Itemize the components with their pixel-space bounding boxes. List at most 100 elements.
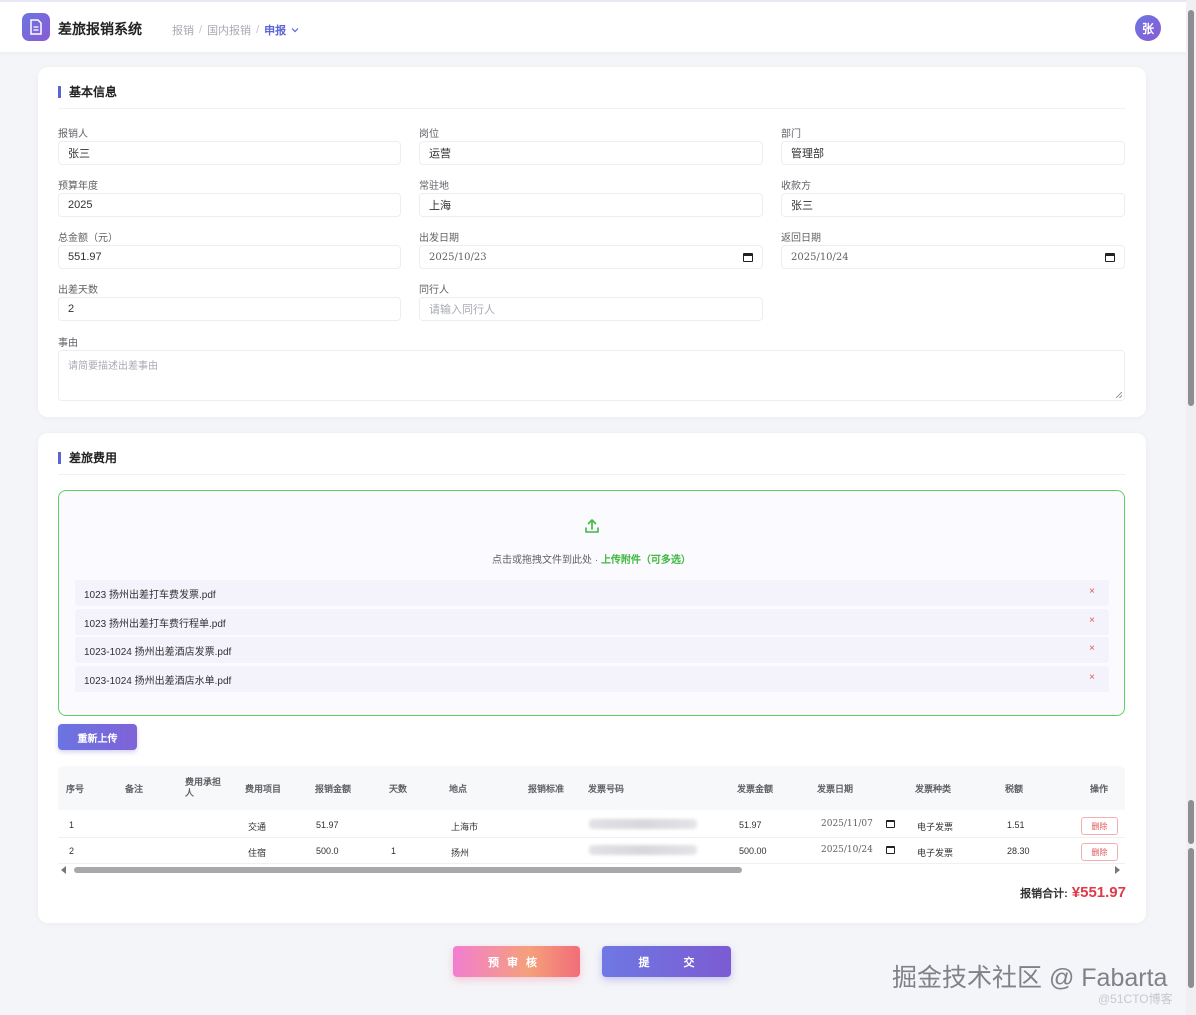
- cell-invoice-type[interactable]: 电子发票: [917, 820, 953, 833]
- cell-days[interactable]: 1: [391, 846, 396, 856]
- remove-file-icon[interactable]: ×: [1089, 615, 1095, 626]
- table-row: 1 交通 51.97 上海市 51.97 2025/11/07 电子发票 1.5…: [58, 812, 1125, 838]
- base-location-label: 常驻地: [419, 181, 449, 192]
- cell-invoice-amount[interactable]: 500.00: [739, 846, 767, 856]
- page-scrollbar[interactable]: [1186, 0, 1196, 1015]
- cell-invoice-type[interactable]: 电子发票: [917, 846, 953, 859]
- cell-invoice-date[interactable]: 2025/11/07: [821, 819, 873, 829]
- return-date-field[interactable]: 2025/10/24: [781, 245, 1125, 269]
- departure-date-field[interactable]: 2025/10/23: [419, 245, 763, 269]
- app-title: 差旅报销系统: [58, 21, 142, 37]
- page-scroll-thumb[interactable]: [1188, 800, 1194, 844]
- col-invoice-date: 发票日期: [817, 784, 854, 794]
- breadcrumb-item-domestic[interactable]: 国内报销: [207, 22, 251, 38]
- total-amount-field[interactable]: 551.97: [58, 245, 401, 269]
- base-location-field[interactable]: 上海: [419, 193, 763, 217]
- table-horizontal-scrollbar[interactable]: [58, 865, 1125, 874]
- upload-hint: 点击或拖拽文件到此处 · 上传附件（可多选）: [59, 551, 1124, 566]
- claimant-field[interactable]: 张三: [58, 141, 401, 165]
- cell-invoice-amount[interactable]: 51.97: [739, 820, 762, 830]
- remove-file-icon[interactable]: ×: [1089, 672, 1095, 683]
- file-item[interactable]: 1023-1024 扬州出差酒店水单.pdf ×: [75, 666, 1109, 692]
- travel-expense-title: 差旅费用: [58, 452, 117, 464]
- redacted-invoice-number: [589, 819, 697, 829]
- document-icon: [30, 19, 42, 35]
- cell-item[interactable]: 住宿: [248, 846, 266, 859]
- col-days: 天数: [389, 784, 408, 794]
- col-action: 操作: [1090, 784, 1109, 794]
- payee-field[interactable]: 张三: [781, 193, 1125, 217]
- file-name: 1023 扬州出差打车费行程单.pdf: [84, 618, 226, 630]
- file-item[interactable]: 1023 扬州出差打车费发票.pdf ×: [75, 580, 1109, 606]
- col-amount: 报销金额: [315, 784, 352, 794]
- col-bearer: 费用承担人: [185, 777, 222, 798]
- cell-tax[interactable]: 28.30: [1007, 846, 1030, 856]
- submit-button[interactable]: 提交: [602, 946, 731, 977]
- return-date-label: 返回日期: [781, 233, 821, 244]
- col-standard: 报销标准: [528, 784, 565, 794]
- cell-item[interactable]: 交通: [248, 820, 266, 833]
- file-item[interactable]: 1023-1024 扬州出差酒店发票.pdf ×: [75, 637, 1109, 663]
- budget-year-field[interactable]: 2025: [58, 193, 401, 217]
- resize-handle-icon[interactable]: [1116, 392, 1122, 398]
- calendar-icon[interactable]: [886, 820, 895, 828]
- file-item[interactable]: 1023 扬州出差打车费行程单.pdf ×: [75, 609, 1109, 635]
- page-scroll-thumb[interactable]: [1188, 10, 1194, 406]
- basic-info-card: 基本信息 报销人 张三 岗位 运营 部门 管理部 预算年度 2025 常驻地 上…: [38, 67, 1146, 417]
- scroll-thumb[interactable]: [74, 867, 742, 873]
- file-name: 1023-1024 扬州出差酒店发票.pdf: [84, 646, 232, 658]
- cell-tax[interactable]: 1.51: [1007, 820, 1025, 830]
- calendar-icon[interactable]: [1105, 252, 1115, 262]
- position-field[interactable]: 运营: [419, 141, 763, 165]
- cell-index: 2: [69, 846, 75, 856]
- cell-invoice-date[interactable]: 2025/10/24: [821, 845, 873, 855]
- breadcrumb-current[interactable]: 申报: [264, 22, 286, 38]
- companions-field[interactable]: 请输入同行人: [419, 297, 763, 321]
- cell-amount[interactable]: 51.97: [316, 820, 339, 830]
- user-avatar[interactable]: 张: [1135, 15, 1161, 41]
- reason-placeholder: 请简要描述出差事由: [68, 361, 158, 372]
- file-name: 1023-1024 扬州出差酒店水单.pdf: [84, 675, 232, 687]
- col-tax: 税额: [1005, 784, 1024, 794]
- app-logo[interactable]: [22, 13, 50, 41]
- departure-date-value: 2025/10/23: [429, 251, 487, 263]
- col-location: 地点: [449, 784, 468, 794]
- total-value: ¥551.97: [1071, 884, 1126, 901]
- calendar-icon[interactable]: [886, 846, 895, 854]
- page-scroll-thumb[interactable]: [1188, 848, 1194, 988]
- upload-dropzone[interactable]: 点击或拖拽文件到此处 · 上传附件（可多选） 1023 扬州出差打车费发票.pd…: [58, 490, 1125, 716]
- scroll-right-icon[interactable]: [1115, 866, 1120, 874]
- total-label: 报销合计:: [1020, 888, 1068, 900]
- remove-file-icon[interactable]: ×: [1089, 586, 1095, 597]
- table-header: 序号 备注 费用承担人 费用项目 报销金额 天数 地点 报销标准 发票号码 发票…: [58, 766, 1125, 810]
- watermark-sub: @51CTO博客: [1098, 992, 1173, 1006]
- breadcrumb-item-reimburse[interactable]: 报销: [172, 22, 194, 38]
- upload-icon[interactable]: [583, 517, 601, 535]
- remove-file-icon[interactable]: ×: [1089, 643, 1095, 654]
- reason-label: 事由: [58, 338, 78, 349]
- claimant-label: 报销人: [58, 129, 88, 140]
- reimbursement-total: 报销合计: ¥551.97: [1020, 884, 1126, 901]
- cell-amount[interactable]: 500.0: [316, 846, 339, 856]
- reason-textarea[interactable]: 请简要描述出差事由: [58, 350, 1125, 401]
- total-amount-label: 总金额（元）: [58, 233, 118, 244]
- trip-days-label: 出差天数: [58, 285, 98, 296]
- cell-location[interactable]: 上海市: [451, 820, 478, 833]
- scroll-left-icon[interactable]: [61, 866, 66, 874]
- department-label: 部门: [781, 129, 801, 140]
- calendar-icon[interactable]: [743, 252, 753, 262]
- expense-table: 序号 备注 费用承担人 费用项目 报销金额 天数 地点 报销标准 发票号码 发票…: [58, 766, 1125, 876]
- delete-button[interactable]: 删除: [1081, 817, 1118, 835]
- payee-label: 收款方: [781, 181, 811, 192]
- preaudit-button[interactable]: 预审核: [453, 946, 580, 977]
- reupload-button[interactable]: 重新上传: [58, 724, 137, 750]
- return-date-value: 2025/10/24: [791, 251, 849, 263]
- cell-index: 1: [69, 820, 75, 830]
- delete-button[interactable]: 删除: [1081, 843, 1118, 861]
- trip-days-field[interactable]: 2: [58, 297, 401, 321]
- department-field[interactable]: 管理部: [781, 141, 1125, 165]
- chevron-down-icon[interactable]: [291, 24, 299, 36]
- watermark: 掘金技术社区 @ Fabarta: [892, 964, 1168, 992]
- upload-link[interactable]: 上传附件（可多选）: [601, 555, 691, 566]
- cell-location[interactable]: 扬州: [451, 846, 469, 859]
